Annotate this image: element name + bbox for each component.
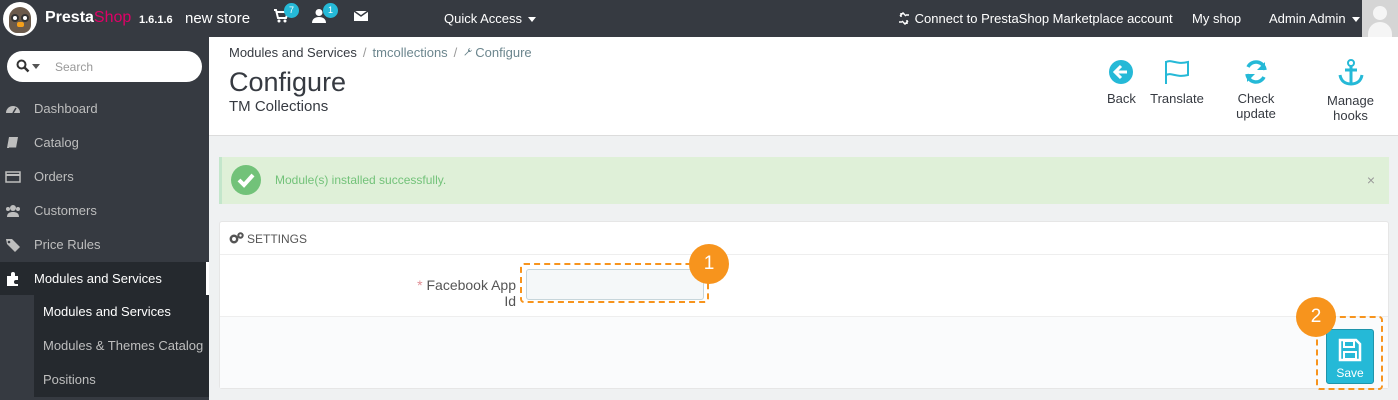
sidebar-item-dashboard[interactable]: Dashboard: [0, 92, 209, 126]
admin-menu[interactable]: Admin Admin: [1269, 11, 1361, 26]
my-shop-link[interactable]: My shop: [1192, 11, 1241, 26]
marketplace-connect-link[interactable]: Connect to PrestaShop Marketplace accoun…: [898, 11, 1173, 28]
alert-message: Module(s) installed successfully.: [275, 173, 447, 187]
cart-badge: 7: [284, 3, 299, 18]
sidebar-item-customers[interactable]: Customers: [0, 194, 209, 228]
version-label: 1.6.1.6: [139, 14, 173, 26]
tag-icon: [5, 237, 21, 253]
customer-icon[interactable]: 1: [312, 3, 338, 28]
check-update-button[interactable]: Check update: [1217, 59, 1295, 121]
close-icon[interactable]: ×: [1367, 172, 1375, 188]
customer-badge: 1: [323, 3, 338, 18]
submenu-item-positions[interactable]: Positions: [34, 363, 209, 397]
check-circle-icon: [231, 165, 261, 195]
manage-hooks-button[interactable]: Manage hooks: [1309, 59, 1392, 123]
credit-card-icon: [5, 169, 21, 185]
breadcrumb-configure: Configure: [475, 45, 532, 60]
sidebar-item-price-rules[interactable]: Price Rules: [0, 228, 209, 262]
success-alert: Module(s) installed successfully. ×: [219, 157, 1389, 204]
sidebar-item-orders[interactable]: Orders: [0, 160, 209, 194]
anchor-icon: [1309, 59, 1392, 87]
submenu-item-themes-catalog[interactable]: Modules & Themes Catalog: [34, 329, 209, 363]
highlight-box-input: [520, 263, 709, 303]
panel-heading: SETTINGS: [220, 222, 1388, 255]
search-input[interactable]: [55, 58, 195, 76]
caret-down-icon: [1352, 17, 1361, 23]
avatar[interactable]: [1362, 0, 1398, 37]
arrow-left-circle-icon: [1107, 59, 1135, 85]
dashboard-icon: [5, 101, 21, 117]
sidebar-item-modules[interactable]: Modules and Services: [0, 262, 209, 296]
book-icon: [5, 135, 21, 151]
quick-access-menu[interactable]: Quick Access: [444, 11, 536, 26]
store-name-link[interactable]: new store: [185, 10, 250, 27]
step-marker-2: 2: [1296, 297, 1336, 337]
chain-link-icon: [898, 11, 911, 28]
search-icon[interactable]: [16, 59, 30, 76]
top-bar: PrestaShop 1.6.1.6 new store 7 1 Quick A…: [0, 0, 1398, 37]
breadcrumb-modules[interactable]: Modules and Services: [229, 45, 357, 60]
envelope-icon[interactable]: [353, 8, 373, 28]
cogs-icon: [229, 232, 244, 248]
flag-icon: [1150, 59, 1204, 85]
page-subtitle: TM Collections: [229, 98, 329, 115]
submenu-item-modules-services[interactable]: Modules and Services: [34, 295, 209, 329]
page-header: Modules and Services / tmcollections / Conf…: [209, 37, 1398, 136]
breadcrumb: Modules and Services / tmcollections / Conf…: [229, 45, 532, 60]
panel-footer: Save: [220, 316, 1388, 388]
prestashop-logo[interactable]: [3, 2, 37, 36]
cart-icon[interactable]: 7: [273, 3, 299, 28]
wrench-icon: [463, 45, 475, 60]
back-button[interactable]: Back: [1107, 59, 1136, 106]
users-icon: [5, 203, 21, 219]
facebook-app-id-label: * Facebook App Id: [417, 277, 516, 309]
refresh-icon: [1217, 59, 1295, 85]
sidebar-item-catalog[interactable]: Catalog: [0, 126, 209, 160]
translate-button[interactable]: Translate: [1150, 59, 1204, 106]
caret-down-icon: [527, 17, 536, 23]
search-type-caret-icon[interactable]: [32, 64, 40, 69]
page-title: Configure: [229, 67, 347, 97]
submenu-gutter: [0, 295, 34, 400]
breadcrumb-tmcollections[interactable]: tmcollections: [373, 45, 448, 60]
puzzle-icon: [5, 271, 21, 287]
settings-panel: SETTINGS * Facebook App Id Save: [219, 221, 1389, 389]
sidebar: Dashboard Catalog Orders Customers Price…: [0, 37, 209, 400]
search-box[interactable]: [7, 51, 202, 82]
step-marker-1: 1: [689, 244, 729, 284]
brand-name[interactable]: PrestaShop: [45, 9, 131, 27]
